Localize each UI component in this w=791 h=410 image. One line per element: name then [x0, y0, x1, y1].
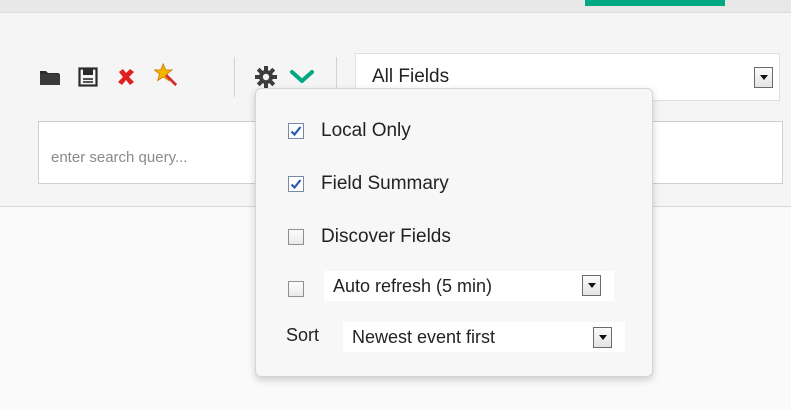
- dropdown-arrow-icon: [759, 75, 768, 80]
- discover-fields-label: Discover Fields: [321, 226, 451, 247]
- field-select-dropdown-button[interactable]: [754, 67, 773, 88]
- option-discover-fields[interactable]: Discover Fields: [288, 226, 451, 248]
- discover-fields-checkbox[interactable]: [288, 229, 304, 245]
- auto-refresh-dropdown-button[interactable]: [582, 275, 601, 296]
- sort-select[interactable]: Newest event first: [343, 322, 625, 352]
- search-settings-popup: Local Only Field Summary Discover Fields…: [255, 88, 653, 377]
- dropdown-arrow-icon: [598, 335, 607, 340]
- dropdown-arrow-icon: [587, 283, 596, 288]
- chevron-down-icon[interactable]: [290, 65, 314, 89]
- new-star-wand-icon[interactable]: [154, 62, 178, 87]
- delete-x-icon[interactable]: [114, 65, 138, 89]
- auto-refresh-select[interactable]: Auto refresh (5 min): [324, 271, 614, 301]
- field-summary-checkbox[interactable]: [288, 176, 304, 192]
- save-disk-icon[interactable]: [76, 65, 100, 89]
- sort-label: Sort: [286, 325, 320, 345]
- option-field-summary[interactable]: Field Summary: [288, 173, 449, 195]
- auto-refresh-checkbox[interactable]: [288, 281, 304, 297]
- active-tab-indicator: [585, 0, 725, 6]
- sort-dropdown-button[interactable]: [593, 327, 612, 348]
- option-local-only[interactable]: Local Only: [288, 120, 411, 142]
- field-summary-label: Field Summary: [321, 173, 449, 194]
- sort-value: Newest event first: [352, 327, 496, 347]
- toolbar-separator: [234, 57, 235, 97]
- local-only-label: Local Only: [321, 120, 411, 141]
- top-bar: [0, 0, 791, 13]
- settings-gear-icon[interactable]: [254, 65, 278, 89]
- open-folder-icon[interactable]: [38, 65, 62, 89]
- local-only-checkbox[interactable]: [288, 123, 304, 139]
- field-select-value: All Fields: [372, 66, 450, 87]
- option-auto-refresh[interactable]: [288, 278, 304, 300]
- auto-refresh-value: Auto refresh (5 min): [333, 276, 493, 296]
